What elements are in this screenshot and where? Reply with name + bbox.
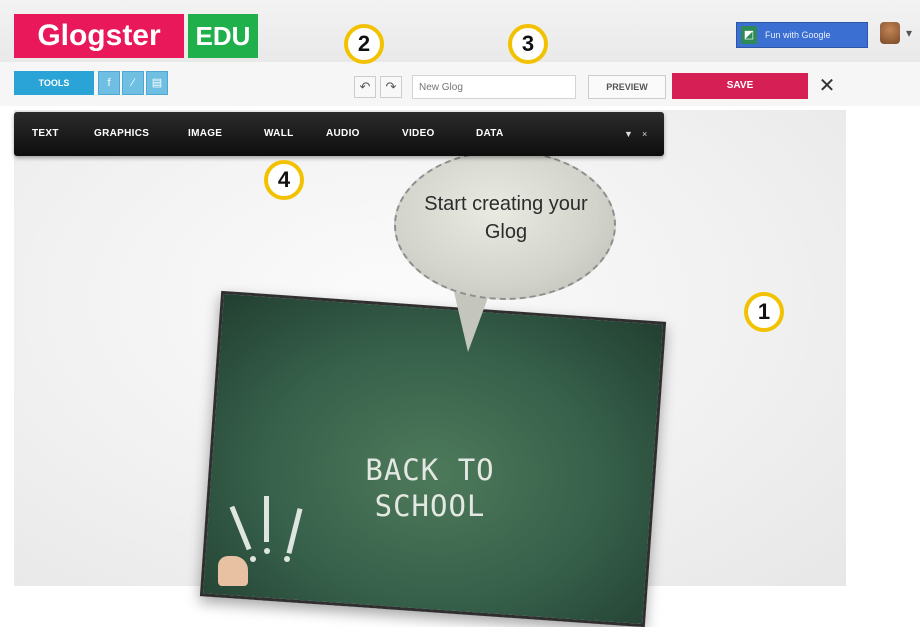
trash-icon[interactable]: ▤ (146, 71, 168, 95)
google-icon: ◩ (741, 26, 757, 44)
link-icon[interactable]: ⁄ (122, 71, 144, 95)
google-plus-button[interactable]: ◩ Fun with Google (736, 22, 868, 48)
exclamation-dot (284, 556, 290, 562)
hand-image (218, 556, 248, 586)
chevron-down-icon[interactable]: ▾ (906, 26, 912, 40)
callout-2: 2 (344, 24, 384, 64)
glog-title-input[interactable] (412, 75, 576, 99)
menu-item-data[interactable]: DATA (476, 112, 504, 156)
save-button[interactable]: SAVE (672, 73, 808, 99)
facebook-icon[interactable]: f (98, 71, 120, 95)
menu-item-text[interactable]: TEXT (32, 112, 59, 156)
redo-icon[interactable]: ↷ (380, 76, 402, 98)
preview-button[interactable]: PREVIEW (588, 75, 666, 99)
close-icon[interactable]: ✕ (816, 74, 838, 98)
google-button-label: Fun with Google (765, 30, 831, 40)
menu-item-graphics[interactable]: GRAPHICS (94, 112, 149, 156)
chalkboard-line-2: SCHOOL (374, 489, 486, 523)
undo-icon[interactable]: ↶ (354, 76, 376, 98)
menu-item-image[interactable]: IMAGE (188, 112, 222, 156)
exclamation-dot (250, 556, 256, 562)
element-menu-bar: TEXT GRAPHICS IMAGE WALL AUDIO VIDEO DAT… (14, 112, 664, 156)
right-margin (846, 110, 920, 586)
menu-item-video[interactable]: VIDEO (402, 112, 435, 156)
chalkboard-line-1: BACK TO (365, 453, 495, 487)
avatar-icon[interactable] (880, 22, 900, 44)
menu-item-wall[interactable]: WALL (264, 112, 294, 156)
callout-4: 4 (264, 160, 304, 200)
close-menu-icon[interactable]: × (642, 112, 647, 156)
glogster-logo[interactable]: Glogster (14, 14, 184, 58)
menu-item-audio[interactable]: AUDIO (326, 112, 360, 156)
chalkboard-text: BACK TO SCHOOL (330, 452, 530, 524)
tools-button[interactable]: TOOLS (14, 71, 94, 95)
callout-1: 1 (744, 292, 784, 332)
callout-3: 3 (508, 24, 548, 64)
collapse-menu-icon[interactable]: ▼ (624, 112, 633, 156)
exclamation-dot (264, 548, 270, 554)
bubble-text[interactable]: Start creating your Glog (418, 190, 594, 246)
bubble-tail (454, 292, 490, 352)
edu-badge: EDU (188, 14, 258, 58)
exclamation-mark (264, 496, 269, 542)
